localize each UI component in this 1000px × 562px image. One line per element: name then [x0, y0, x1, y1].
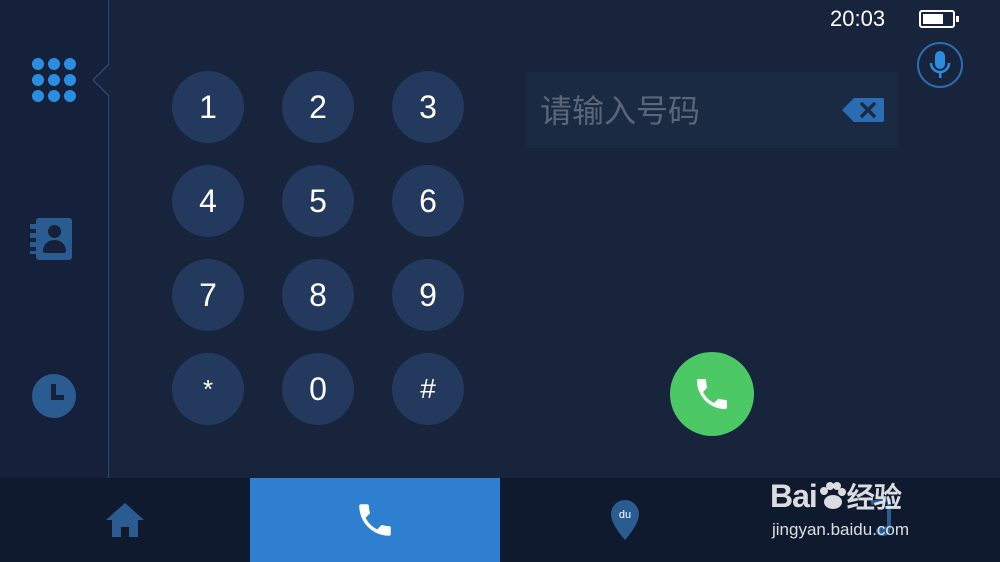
clock-icon	[32, 374, 76, 418]
battery-icon	[919, 10, 959, 28]
tab-music[interactable]	[750, 478, 1000, 562]
key-9[interactable]: 9	[392, 259, 464, 331]
dialpad-icon	[32, 58, 76, 102]
key-0[interactable]: 0	[282, 353, 354, 425]
key-6[interactable]: 6	[392, 165, 464, 237]
music-note-icon	[870, 499, 891, 536]
key-8[interactable]: 8	[282, 259, 354, 331]
phone-number-input[interactable]	[538, 90, 832, 132]
call-button[interactable]	[670, 352, 754, 436]
key-5[interactable]: 5	[282, 165, 354, 237]
sidebar-item-dialpad[interactable]	[24, 50, 84, 110]
key-star[interactable]: *	[172, 353, 244, 425]
contacts-book-icon	[30, 218, 72, 260]
map-pin-icon: du	[611, 500, 639, 540]
microphone-icon	[929, 51, 951, 78]
phone-icon	[697, 379, 727, 409]
clock-time: 20:03	[830, 6, 886, 31]
active-tab-pointer	[92, 64, 109, 96]
key-1[interactable]: 1	[172, 71, 244, 143]
key-4[interactable]: 4	[172, 165, 244, 237]
backspace-button[interactable]	[842, 98, 884, 122]
bottom-nav-bar: du	[0, 478, 1000, 562]
sidebar-item-recents[interactable]	[24, 366, 84, 426]
phone-icon	[359, 504, 391, 536]
tab-phone[interactable]	[250, 478, 500, 562]
key-7[interactable]: 7	[172, 259, 244, 331]
svg-text:du: du	[619, 509, 631, 521]
tab-navigation[interactable]: du	[500, 478, 750, 562]
voice-input-button[interactable]	[917, 42, 963, 88]
tab-home[interactable]	[0, 478, 250, 562]
number-input-box	[526, 72, 898, 148]
key-hash[interactable]: #	[392, 353, 464, 425]
key-3[interactable]: 3	[392, 71, 464, 143]
key-2[interactable]: 2	[282, 71, 354, 143]
phone-app-screen: 1 2 3 4 5 6 7 8 9 * 0 # 20:03	[0, 0, 1000, 562]
home-icon	[106, 503, 144, 537]
backspace-icon	[842, 98, 884, 122]
sidebar-item-contacts[interactable]	[24, 209, 84, 269]
